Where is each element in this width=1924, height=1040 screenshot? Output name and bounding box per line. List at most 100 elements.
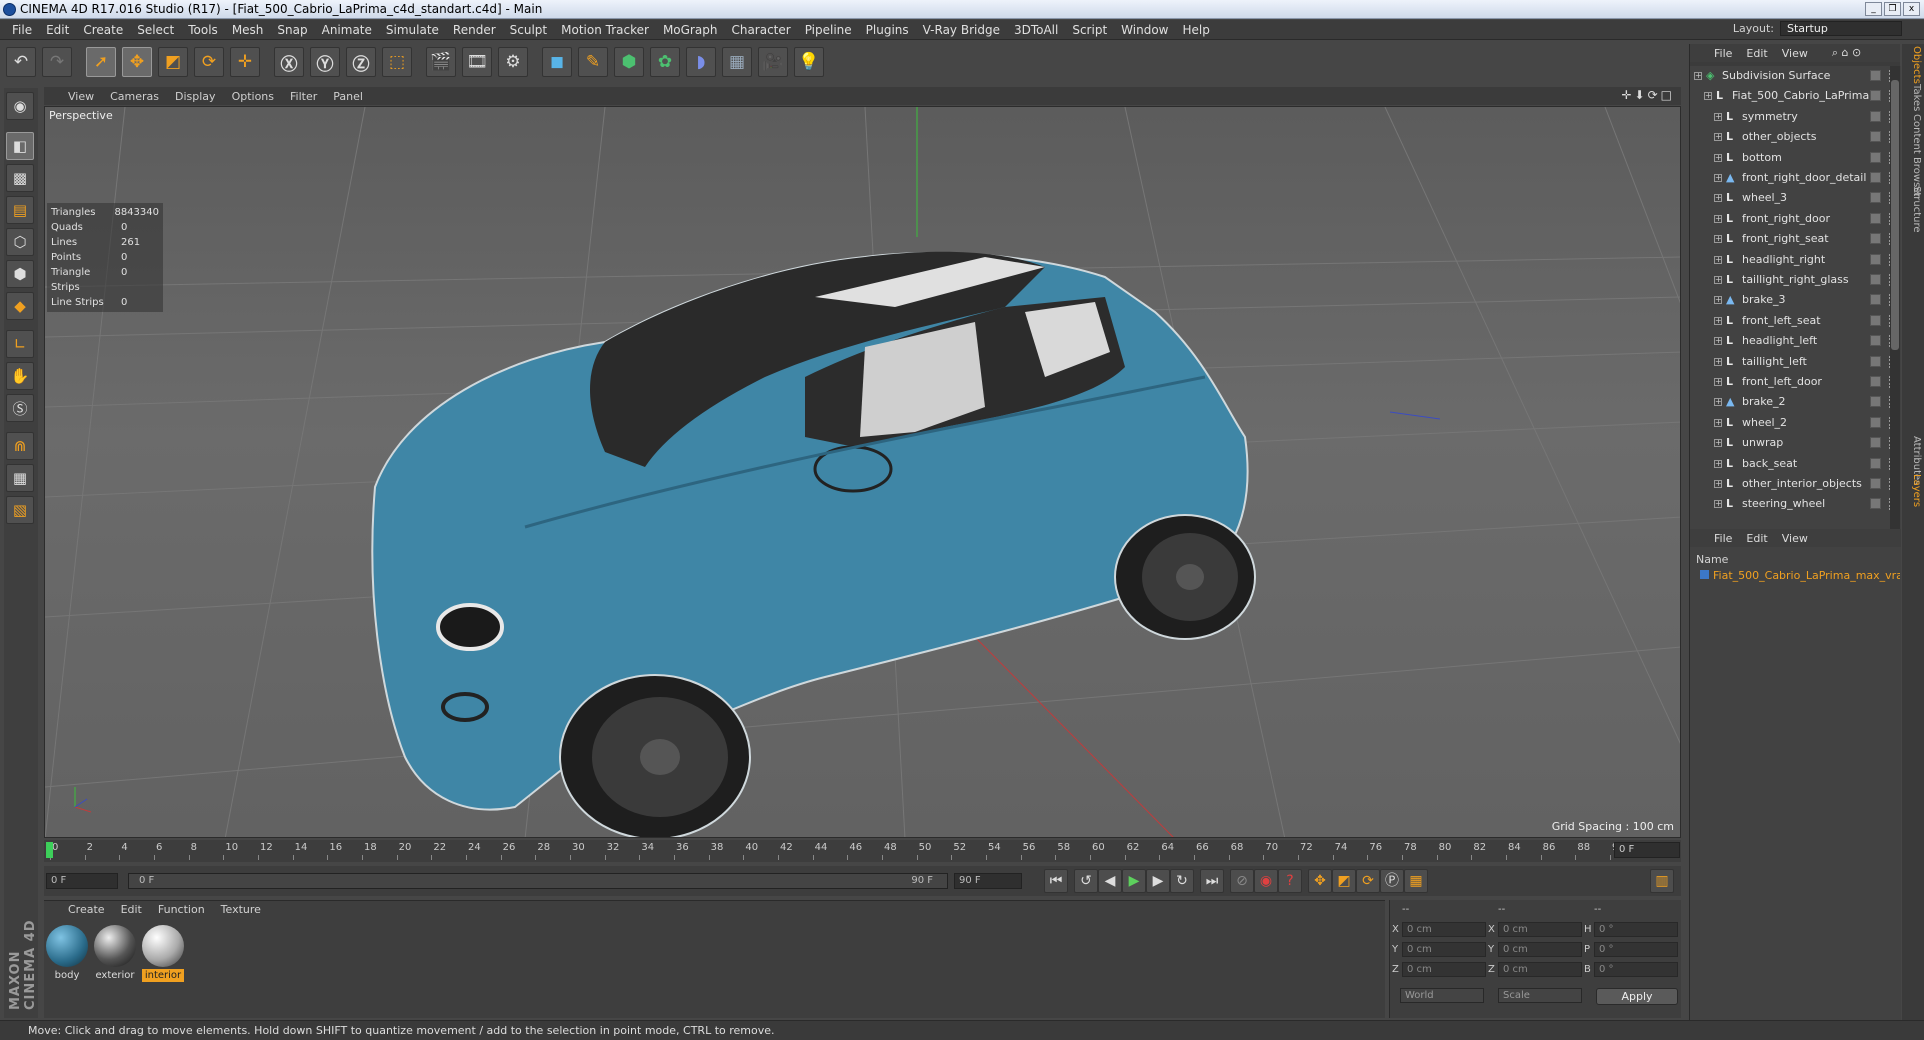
object-tree-item[interactable]: + Lwheel_3 [1690,188,1901,208]
expand-icon[interactable]: + [1694,72,1702,80]
visibility-toggle-icon[interactable] [1870,335,1881,347]
viewport-menu-cameras[interactable]: Cameras [110,90,159,103]
go-to-start-icon[interactable]: ⏮ [1044,869,1068,893]
visibility-toggle-icon[interactable] [1870,233,1881,245]
expand-icon[interactable]: + [1714,337,1722,346]
key-rotation-icon[interactable]: ⟳ [1356,869,1380,893]
tab-content-browser[interactable]: Content Browser [1904,114,1922,197]
current-frame-field[interactable]: 0 F [1614,842,1680,858]
frame-range-slider[interactable]: 0 F 90 F [128,873,948,889]
coord-value-field[interactable]: 0 ° [1594,962,1678,977]
expand-icon[interactable]: + [1714,500,1722,509]
layers-menu-file[interactable]: File [1714,532,1732,545]
material-menu-function[interactable]: Function [158,903,205,919]
material-exterior[interactable]: exterior [94,925,136,982]
texture-mode-icon[interactable]: ▩ [6,164,34,192]
render-picture-viewer-icon[interactable]: 🎞 [462,47,492,77]
object-tree-item[interactable]: + Ltaillight_left [1690,352,1901,372]
camera-icon[interactable]: 🎥 [758,47,788,77]
object-tree-item[interactable]: + Lother_objects [1690,127,1901,147]
layout-dropdown[interactable]: Startup [1780,21,1902,36]
expand-icon[interactable]: + [1714,480,1722,488]
key-point-level-icon[interactable]: ▦ [1404,869,1428,893]
expand-icon[interactable]: + [1714,459,1722,468]
play-forward-icon[interactable]: ▶ [1122,869,1146,893]
y-axis-lock-icon[interactable]: Ⓨ [310,47,340,77]
material-body[interactable]: body [46,925,88,982]
object-tree-item[interactable]: + Lfront_left_seat [1690,311,1901,331]
workplane-mode-icon[interactable]: ▤ [6,196,34,224]
deformer-icon[interactable]: ◗ [686,47,716,77]
coordinate-space-dropdown[interactable]: World [1400,988,1484,1003]
close-button[interactable]: x [1903,2,1920,16]
coord-value-field[interactable]: 0 cm [1402,922,1486,937]
menu-edit[interactable]: Edit [46,23,69,37]
expand-icon[interactable]: + [1714,153,1722,162]
object-tree-item[interactable]: + Lback_seat [1690,454,1901,474]
menu-character[interactable]: Character [731,23,790,37]
visibility-toggle-icon[interactable] [1870,376,1881,387]
visibility-toggle-icon[interactable] [1870,212,1881,224]
end-frame-field[interactable]: 90 F [954,873,1022,889]
apply-button[interactable]: Apply [1596,988,1678,1005]
previous-frame-icon[interactable]: ◀ [1098,869,1122,893]
scale-mode-dropdown[interactable]: Scale [1498,988,1582,1003]
object-tree-item[interactable]: + Lwheel_2 [1690,413,1901,433]
object-tree-item[interactable]: + Lunwrap [1690,433,1901,453]
menu-select[interactable]: Select [137,23,174,37]
menu-animate[interactable]: Animate [322,23,372,37]
material-interior[interactable]: interior [142,925,184,982]
visibility-toggle-icon[interactable] [1870,416,1881,428]
select-tool-icon[interactable]: ➚ [86,47,116,77]
visibility-toggle-icon[interactable] [1870,90,1881,102]
object-tree-item[interactable]: + ▲ brake_2 [1690,392,1901,412]
menu-simulate[interactable]: Simulate [386,23,439,37]
model-mode-icon[interactable]: ◧ [6,132,34,160]
object-tree-item[interactable]: + ◈ Subdivision Surface [1690,66,1901,86]
record-keys-icon[interactable]: ⊘ [1230,869,1254,893]
menu-mograph[interactable]: MoGraph [663,23,718,37]
object-tree-item[interactable]: + Lfront_right_door [1690,209,1901,229]
visibility-toggle-icon[interactable] [1870,274,1881,285]
viewport-navigation-icons[interactable]: ✛⬇⟳□ [1621,88,1675,102]
cloner-array-icon[interactable]: ✿ [650,47,680,77]
visibility-toggle-icon[interactable] [1870,457,1881,469]
visibility-toggle-icon[interactable] [1870,172,1881,183]
coord-value-field[interactable]: 0 ° [1594,942,1678,957]
viewport-menu-display[interactable]: Display [175,90,216,103]
visibility-toggle-icon[interactable] [1870,498,1881,510]
expand-icon[interactable]: + [1714,378,1722,386]
menu-render[interactable]: Render [453,23,496,37]
material-menu-texture[interactable]: Texture [221,903,261,919]
go-to-end-icon[interactable]: ⏭ [1200,869,1224,893]
transform-tool-icon[interactable]: ✛ [230,47,260,77]
subdivision-generator-icon[interactable]: ⬢ [614,47,644,77]
object-tree-item[interactable]: + Lheadlight_left [1690,331,1901,351]
objects-menu-file[interactable]: File [1714,47,1732,60]
viewport-menu-options[interactable]: Options [232,90,274,103]
expand-icon[interactable]: + [1714,174,1722,182]
object-tree-item[interactable]: + Lheadlight_right [1690,250,1901,270]
edges-mode-icon[interactable]: ⬢ [6,260,34,288]
object-tree-item[interactable]: + L Fiat_500_Cabrio_LaPrima [1690,86,1901,106]
visibility-toggle-icon[interactable] [1870,70,1881,81]
visibility-toggle-icon[interactable] [1870,192,1881,204]
menu-v-ray-bridge[interactable]: V-Ray Bridge [923,23,1000,37]
polygons-mode-icon[interactable]: ◆ [6,292,34,320]
visibility-toggle-icon[interactable] [1870,151,1881,163]
visibility-toggle-icon[interactable] [1870,355,1881,367]
timeline-window-icon[interactable]: ▥ [1650,869,1674,893]
layers-menu-view[interactable]: View [1782,532,1808,545]
expand-icon[interactable]: + [1704,92,1712,101]
expand-icon[interactable]: + [1714,357,1722,366]
coordinate-system-icon[interactable]: ⬚ [382,47,412,77]
axis-mode-icon[interactable]: ∟ [6,330,34,358]
timeline-ruler[interactable]: 0 2 4 6 8 10 12 14 16 18 20 22 24 26 28 30 32 34 36 38 40 42 4… [44,840,1681,862]
expand-icon[interactable]: + [1714,214,1722,223]
menu-file[interactable]: File [12,23,32,37]
workplane-lock-icon[interactable]: ▦ [6,464,34,492]
cube-primitive-icon[interactable]: ◼ [542,47,572,77]
coord-value-field[interactable]: 0 cm [1498,922,1582,937]
object-tree[interactable]: + ◈ Subdivision Surface + L Fiat_500_Cabrio_L… [1690,66,1901,554]
expand-icon[interactable]: + [1714,398,1722,407]
